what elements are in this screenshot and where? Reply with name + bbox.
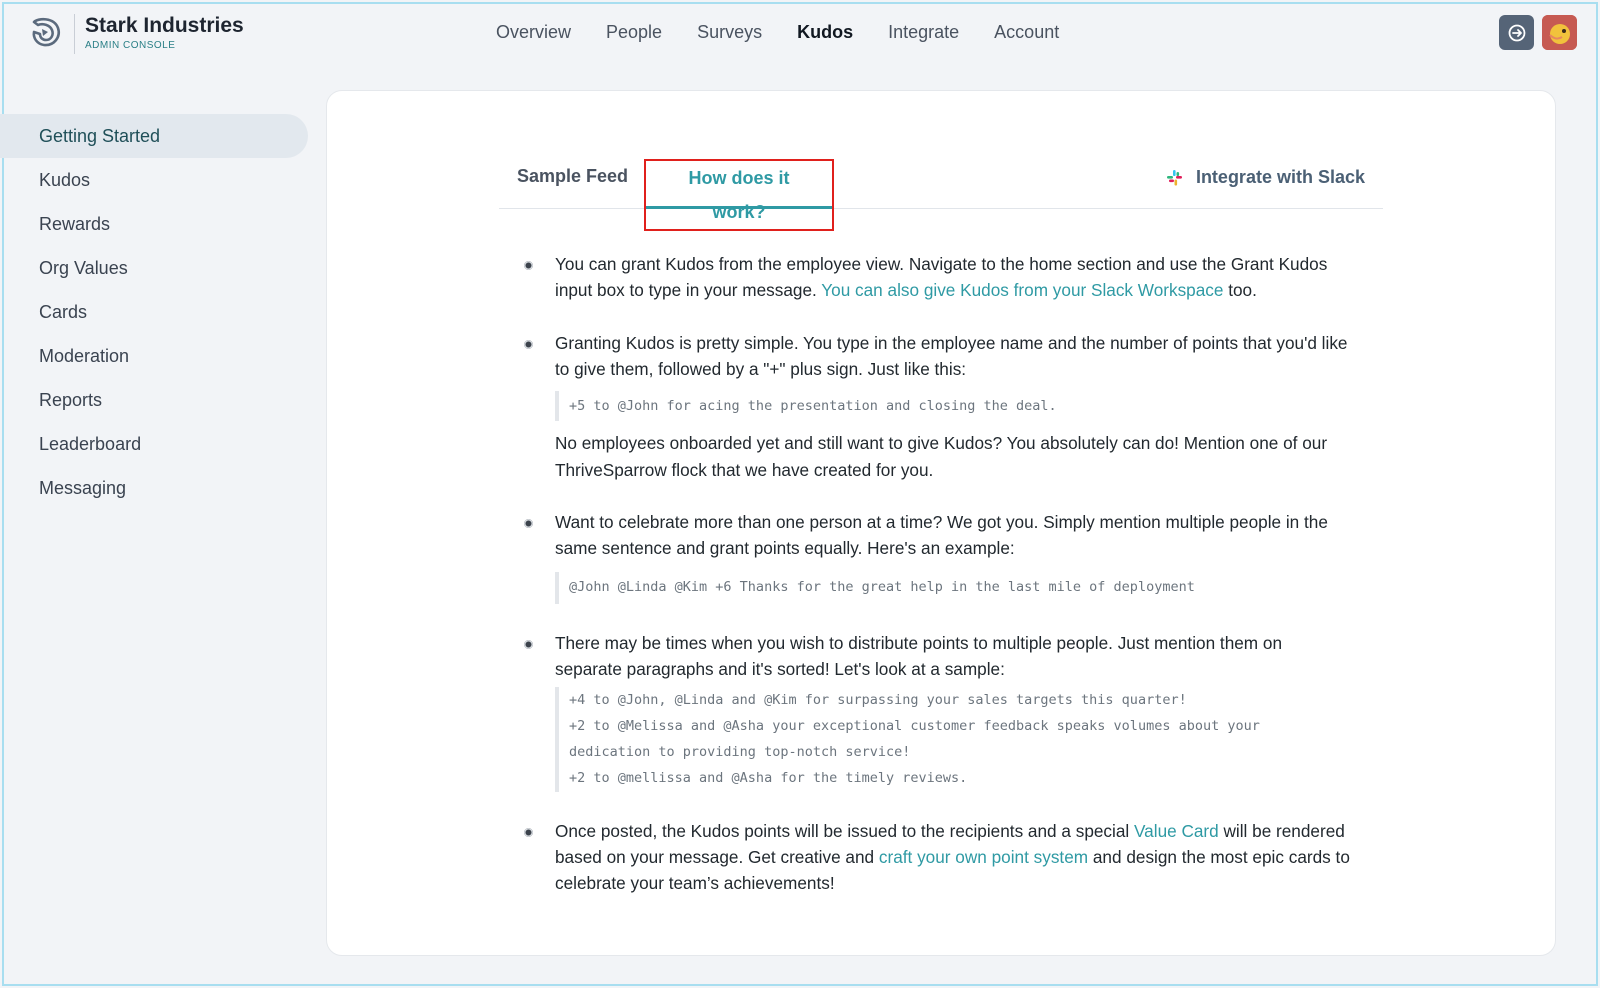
how-it-works-content: You can grant Kudos from the employee vi… <box>522 251 1352 897</box>
top-header: Stark Industries ADMIN CONSOLE Overview … <box>0 0 1600 68</box>
user-avatar-button[interactable] <box>1542 15 1577 50</box>
slack-workspace-link[interactable]: You can also give Kudos from your Slack … <box>821 280 1223 300</box>
sidebar-item-moderation[interactable]: Moderation <box>0 334 308 378</box>
bullet-extra-text: No employees onboarded yet and still wan… <box>555 433 1328 480</box>
tab-how-label: How does it work? <box>644 159 834 231</box>
tab-sample-feed[interactable]: Sample Feed <box>517 157 628 209</box>
sidebar-item-rewards[interactable]: Rewards <box>0 202 308 246</box>
bullet-text: Once posted, the Kudos points will be is… <box>555 818 1352 897</box>
tab-bar: Sample Feed How does it work? Integrate … <box>499 157 1383 231</box>
code-line: +4 to @John, @Linda and @Kim for surpass… <box>569 691 1187 708</box>
bullet-text-part: Once posted, the Kudos points will be is… <box>555 820 1134 841</box>
bullet-icon <box>524 639 533 649</box>
brand-name: Stark Industries <box>85 14 244 37</box>
sidebar-item-kudos[interactable]: Kudos <box>0 158 308 202</box>
bullet-icon <box>524 827 533 837</box>
sidebar-item-org-values[interactable]: Org Values <box>0 246 308 290</box>
list-item: You can grant Kudos from the employee vi… <box>522 251 1352 304</box>
code-example: +5 to @John for acing the presentation a… <box>555 391 1352 422</box>
point-system-link[interactable]: craft your own point system <box>879 847 1088 867</box>
slack-icon <box>1166 170 1182 186</box>
bullet-text: There may be times when you wish to dist… <box>555 632 1283 680</box>
help-button[interactable] <box>1499 15 1534 50</box>
help-icon <box>1508 24 1525 41</box>
sidebar-item-getting-started[interactable]: Getting Started <box>0 114 308 158</box>
code-example: @John @Linda @Kim +6 Thanks for the grea… <box>555 571 1352 604</box>
nav-account[interactable]: Account <box>994 20 1059 44</box>
top-nav: Overview People Surveys Kudos Integrate … <box>496 20 1094 44</box>
bullet-text-part: too. <box>1223 280 1257 301</box>
nav-surveys[interactable]: Surveys <box>697 20 762 44</box>
bullet-text: Granting Kudos is pretty simple. You typ… <box>555 332 1348 379</box>
code-line: +2 to @mellissa and @Asha for the timely… <box>569 770 968 787</box>
bullet-icon <box>524 261 533 270</box>
sidebar: Getting Started Kudos Rewards Org Values… <box>0 114 308 510</box>
integrate-slack-button[interactable]: Integrate with Slack <box>1166 157 1365 197</box>
brand-logo-icon[interactable] <box>28 14 64 50</box>
list-item: Want to celebrate more than one person a… <box>522 509 1352 604</box>
bullet-text: Want to celebrate more than one person a… <box>555 512 1328 559</box>
main-card: Sample Feed How does it work? Integrate … <box>326 90 1556 956</box>
list-item: Granting Kudos is pretty simple. You typ… <box>522 330 1352 483</box>
code-example: +4 to @John, @Linda and @Kim for surpass… <box>555 686 1352 792</box>
nav-people[interactable]: People <box>606 20 662 44</box>
bullet-icon <box>524 519 533 529</box>
avatar <box>1542 15 1577 50</box>
list-item: Once posted, the Kudos points will be is… <box>522 818 1352 897</box>
integrate-slack-label: Integrate with Slack <box>1195 167 1365 187</box>
value-card-link[interactable]: Value Card <box>1134 821 1219 841</box>
sidebar-item-leaderboard[interactable]: Leaderboard <box>0 422 308 466</box>
sidebar-item-cards[interactable]: Cards <box>0 290 308 334</box>
bullet-text: You can grant Kudos from the employee vi… <box>555 251 1352 304</box>
list-item: There may be times when you wish to dist… <box>522 630 1352 792</box>
nav-kudos[interactable]: Kudos <box>797 20 853 44</box>
tab-how-does-it-work[interactable]: How does it work? <box>644 157 834 231</box>
nav-overview[interactable]: Overview <box>496 20 571 44</box>
bullet-icon <box>524 339 533 349</box>
brand-block: Stark Industries ADMIN CONSOLE <box>74 14 244 54</box>
code-line: +2 to @Melissa and @Asha your exceptiona… <box>569 717 1260 734</box>
sidebar-item-reports[interactable]: Reports <box>0 378 308 422</box>
brand-subtitle: ADMIN CONSOLE <box>85 40 176 51</box>
nav-integrate[interactable]: Integrate <box>888 20 959 44</box>
code-line: dedication to providing top-notch servic… <box>569 744 911 761</box>
sidebar-item-messaging[interactable]: Messaging <box>0 466 308 510</box>
